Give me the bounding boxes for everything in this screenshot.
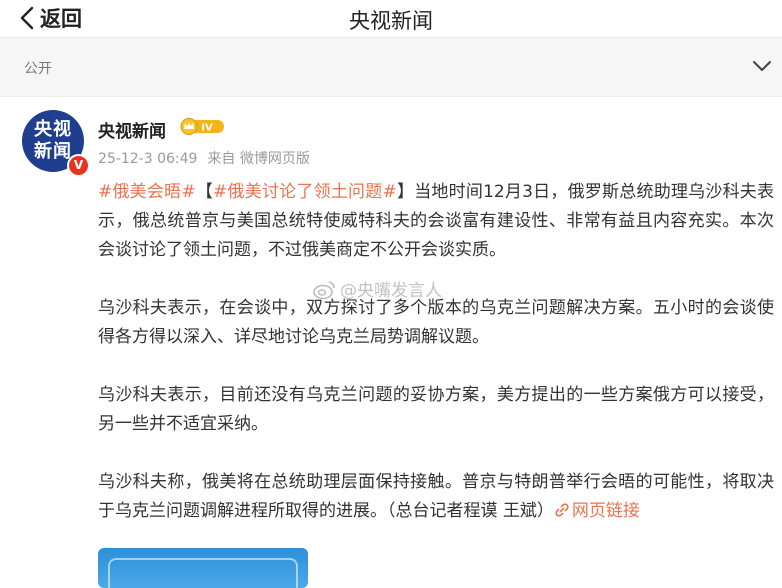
- chevron-down-icon[interactable]: [752, 58, 772, 77]
- verified-badge: V: [67, 154, 90, 177]
- link-icon: [554, 501, 572, 521]
- visibility-label: 公开: [24, 61, 52, 77]
- rank-level: IV: [201, 123, 213, 134]
- post-content: #俄美会晤#【#俄美讨论了领土问题#】当地时间12月3日，俄罗斯总统助理乌沙科夫…: [98, 178, 774, 555]
- author-name[interactable]: 央视新闻: [98, 117, 166, 142]
- post-meta: 25-12-3 06:49 来自 微博网页版: [98, 148, 310, 168]
- hashtag-link[interactable]: #俄美讨论了领土问题#: [213, 182, 397, 202]
- paragraph-4: 乌沙科夫称，俄美将在总统助理层面保持接触。普京与特朗普举行会晤的可能性，将取决于…: [98, 468, 774, 526]
- bracket-open: 【: [195, 182, 214, 202]
- page-title: 央视新闻: [349, 9, 433, 33]
- top-nav-bar: 返回 央视新闻: [0, 0, 782, 38]
- bracket-close: 】: [396, 182, 415, 202]
- divider: [0, 96, 782, 97]
- paragraph-2: 乌沙科夫表示，在会谈中，双方探讨了多个版本的乌克兰问题解决方案。五小时的会谈使得…: [98, 298, 774, 347]
- rank-badge-icon: IV: [180, 118, 226, 135]
- web-link-label: 网页链接: [571, 501, 640, 521]
- reporter-credit: （总台记者程谟 王斌）: [387, 501, 554, 521]
- post-source: 来自 微博网页版: [207, 151, 310, 167]
- post-date: 25-12-3 06:49: [98, 151, 198, 167]
- visibility-selector[interactable]: 公开: [0, 38, 782, 96]
- media-thumbnail[interactable]: [98, 548, 308, 588]
- paragraph-1: #俄美会晤#【#俄美讨论了领土问题#】当地时间12月3日，俄罗斯总统助理乌沙科夫…: [98, 178, 774, 265]
- hashtag-link[interactable]: #俄美会晤#: [98, 182, 196, 202]
- media-preview-frame: [108, 558, 298, 588]
- paragraph-3: 乌沙科夫表示，目前还没有乌克兰问题的妥协方案，美方提出的一些方案俄方可以接受，另…: [98, 385, 774, 434]
- web-link[interactable]: 网页链接: [554, 501, 640, 521]
